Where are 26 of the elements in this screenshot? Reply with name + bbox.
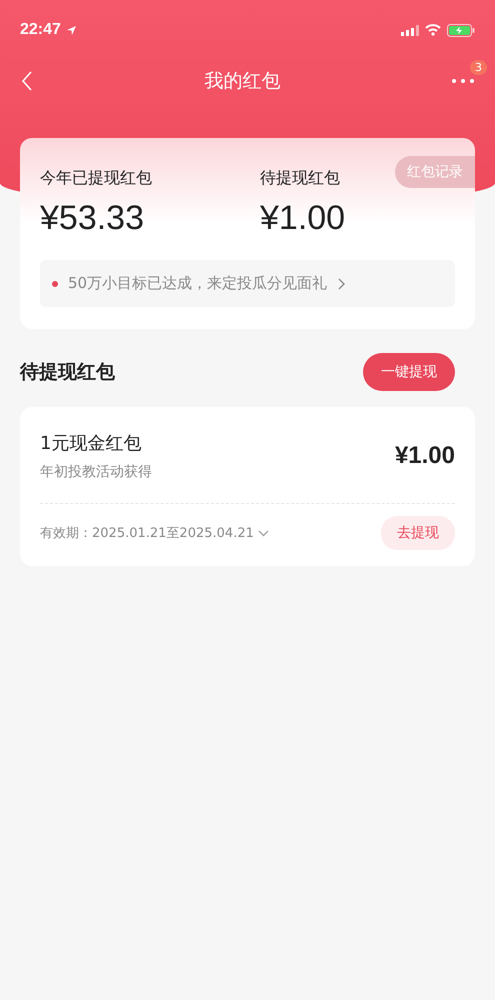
withdraw-button[interactable]: 去提现	[381, 516, 455, 550]
stat-label: 待提现红包	[260, 168, 341, 189]
notice-text: 50万小目标已达成，来定投瓜分见面礼	[68, 274, 328, 293]
notice-bar[interactable]: 50万小目标已达成，来定投瓜分见面礼	[40, 260, 455, 307]
validity-text: 有效期：2025.01.21至2025.04.21	[40, 525, 254, 542]
wifi-icon	[425, 24, 441, 36]
section-title: 待提现红包	[20, 360, 115, 385]
more-icon	[451, 78, 475, 84]
dot-icon	[52, 280, 58, 286]
stat-amount: ¥1.00	[260, 199, 346, 238]
chevron-down-icon	[258, 530, 269, 536]
withdraw-all-button[interactable]: 一键提现	[363, 353, 455, 391]
page-title: 我的红包	[204, 69, 280, 94]
packet-source: 年初投教活动获得	[40, 463, 152, 481]
stat-amount: ¥53.33	[40, 199, 145, 238]
signal-icon	[401, 24, 419, 36]
record-button[interactable]: 红包记录	[395, 156, 475, 188]
location-icon	[66, 24, 77, 36]
packet-name: 1元现金红包	[40, 432, 142, 455]
notification-badge: 3	[470, 60, 487, 75]
back-icon	[20, 70, 34, 92]
status-time: 22:47	[20, 21, 61, 39]
battery-charging-icon	[447, 24, 475, 36]
stat-label: 今年已提现红包	[40, 168, 153, 189]
packet-amount: ¥1.00	[394, 442, 455, 470]
chevron-right-icon	[337, 278, 346, 290]
